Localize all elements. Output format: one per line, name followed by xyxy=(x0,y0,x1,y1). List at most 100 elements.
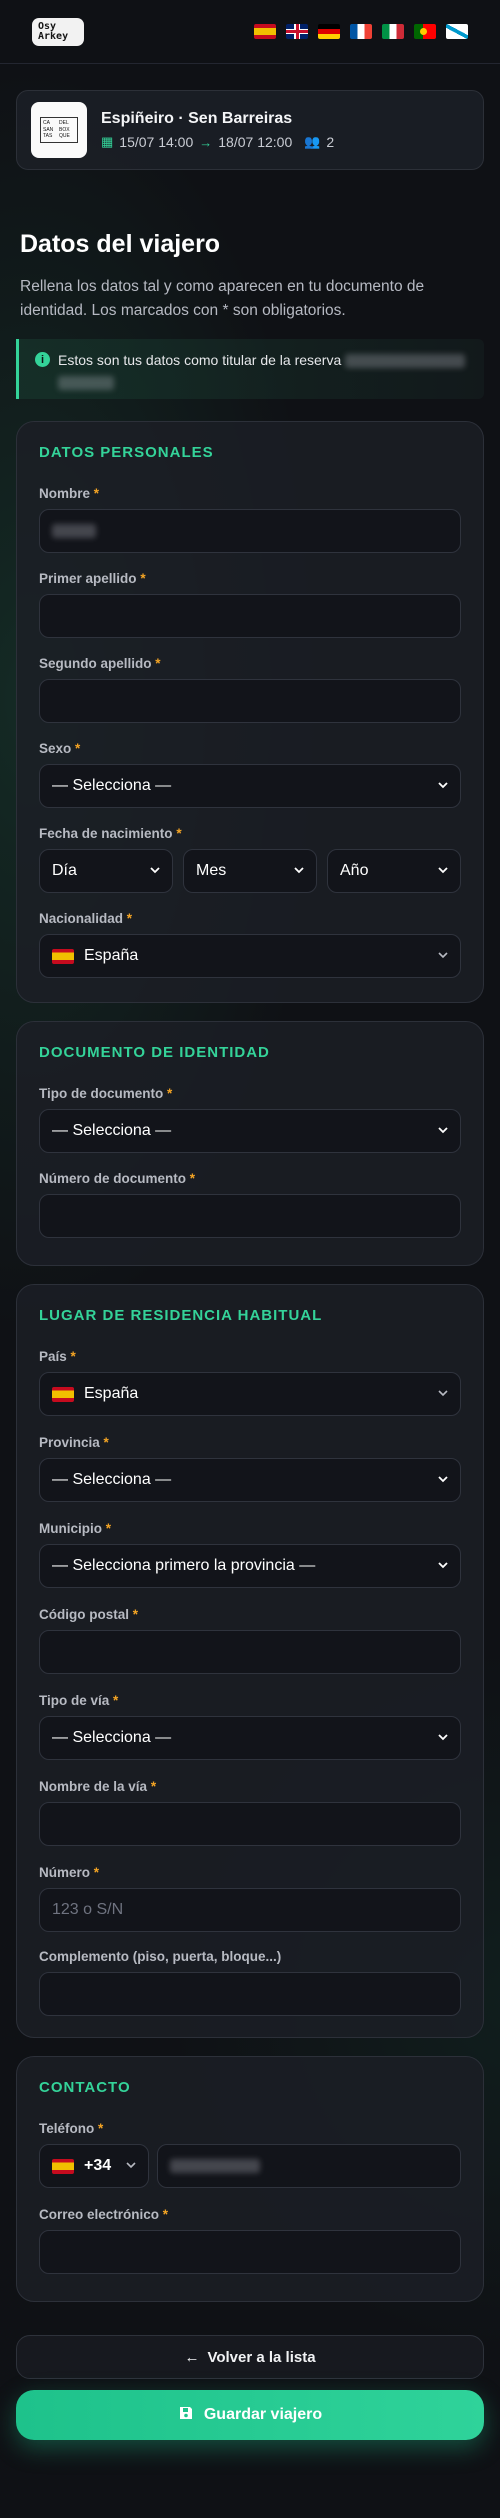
booking-summary: CA DEL SAN BOX TAS QUE Espiñeiro · Sen B… xyxy=(16,90,484,170)
section-title: CONTACTO xyxy=(39,2079,131,2096)
required-mark: * xyxy=(103,1435,109,1450)
redacted-name xyxy=(345,354,466,369)
document-number-label: Número de documento xyxy=(39,1171,187,1186)
sex-label: Sexo xyxy=(39,741,72,756)
guest-count: 2 xyxy=(326,134,335,150)
property-logo-text: CA xyxy=(43,120,50,126)
flag-gb-icon[interactable] xyxy=(286,24,308,39)
required-mark: * xyxy=(113,1693,119,1708)
arrow-left-icon: ← xyxy=(184,2348,200,2366)
last-name-2-input[interactable] xyxy=(39,679,461,723)
street-type-value: — Selecciona — xyxy=(52,1729,172,1746)
country-value: España xyxy=(84,1385,139,1402)
flag-pt-icon[interactable] xyxy=(414,24,436,39)
street-number-placeholder: 123 o S/N xyxy=(52,1901,124,1918)
notice-text: Estos son tus datos como titular de la r… xyxy=(58,352,342,368)
flag-es-icon[interactable] xyxy=(254,24,276,39)
property-logo-text: DEL xyxy=(59,120,69,126)
flag-fr-icon[interactable] xyxy=(350,24,372,39)
required-mark: * xyxy=(70,1349,76,1364)
birthdate-label: Fecha de nacimiento xyxy=(39,826,173,841)
nationality-value: España xyxy=(84,947,139,964)
street-name-input[interactable] xyxy=(39,1802,461,1846)
save-button-label: Guardar viajero xyxy=(203,2406,323,2423)
info-icon: i xyxy=(35,352,50,367)
required-mark: * xyxy=(98,2121,104,2136)
chevron-down-icon xyxy=(436,1123,450,1137)
province-select[interactable]: — Selecciona — xyxy=(39,1458,461,1502)
flag-de-icon[interactable] xyxy=(318,24,340,39)
flag-it-icon[interactable] xyxy=(382,24,404,39)
birth-year-select[interactable]: Año xyxy=(327,849,461,893)
required-mark: * xyxy=(126,911,133,926)
personal-data-section: DATOS PERSONALES Nombre * Primer apellid… xyxy=(16,421,484,1003)
redacted-value xyxy=(52,524,96,538)
property-name: Espiñeiro · Sen Barreiras xyxy=(101,110,293,127)
country-select[interactable]: España xyxy=(39,1372,461,1416)
chevron-down-icon xyxy=(124,2158,138,2172)
phone-prefix-select[interactable]: +34 xyxy=(39,2144,149,2188)
email-input[interactable] xyxy=(39,2230,461,2274)
required-mark: * xyxy=(176,826,182,841)
flag-gl-icon[interactable] xyxy=(446,24,468,39)
chevron-down-icon xyxy=(436,948,450,962)
province-label: Provincia xyxy=(39,1435,100,1450)
users-icon: 👥 xyxy=(304,134,321,149)
required-mark: * xyxy=(132,1607,139,1622)
required-mark: * xyxy=(155,656,161,671)
last-name-1-input[interactable] xyxy=(39,594,461,638)
municipality-select[interactable]: — Selecciona primero la provincia — xyxy=(39,1544,461,1588)
property-logo-text: QUE xyxy=(59,133,70,140)
phone-label: Teléfono xyxy=(39,2121,95,2136)
flag-es-icon xyxy=(52,948,74,964)
required-mark: * xyxy=(162,2207,169,2222)
province-value: — Selecciona — xyxy=(52,1471,172,1488)
phone-number-input[interactable] xyxy=(157,2144,461,2188)
property-logo-text: SAN xyxy=(43,126,54,133)
street-type-select[interactable]: — Selecciona — xyxy=(39,1716,461,1760)
flag-es-icon xyxy=(52,2158,74,2174)
chevron-down-icon xyxy=(436,1730,450,1744)
document-type-label: Tipo de documento xyxy=(39,1086,164,1101)
required-mark: * xyxy=(93,486,100,501)
page-intro: Rellena los datos tal y como aparecen en… xyxy=(20,278,425,319)
document-number-input[interactable] xyxy=(39,1194,461,1238)
chevron-down-icon xyxy=(436,778,450,792)
document-type-value: — Selecciona — xyxy=(52,1122,172,1139)
section-title: LUGAR DE RESIDENCIA HABITUAL xyxy=(39,1307,323,1324)
birth-month-value: Mes xyxy=(196,862,227,879)
calendar-icon: ▦ xyxy=(101,134,114,149)
section-title: DATOS PERSONALES xyxy=(39,444,214,461)
residence-section: LUGAR DE RESIDENCIA HABITUAL País * Espa… xyxy=(16,1284,484,2038)
redacted-value xyxy=(170,2159,260,2173)
document-type-select[interactable]: — Selecciona — xyxy=(39,1109,461,1153)
chevron-down-icon xyxy=(436,1558,450,1572)
holder-notice: i Estos son tus datos como titular de la… xyxy=(16,339,484,399)
birth-day-select[interactable]: Día xyxy=(39,849,173,893)
app-logo[interactable]: Osy Arkey xyxy=(32,17,84,46)
required-mark: * xyxy=(189,1171,196,1186)
logo-line-2: Arkey xyxy=(38,30,69,42)
postal-code-input[interactable] xyxy=(39,1630,461,1674)
street-number-label: Número xyxy=(39,1865,91,1880)
sex-select[interactable]: — Selecciona — xyxy=(39,764,461,808)
municipality-value: — Selecciona primero la provincia — xyxy=(52,1557,316,1574)
back-to-list-button[interactable]: ← Volver a la lista xyxy=(16,2335,484,2379)
birth-month-select[interactable]: Mes xyxy=(183,849,317,893)
required-mark: * xyxy=(75,741,81,756)
birth-year-value: Año xyxy=(340,862,369,879)
street-name-label: Nombre de la vía xyxy=(39,1779,148,1794)
first-name-input[interactable] xyxy=(39,509,461,553)
chevron-down-icon xyxy=(292,863,306,877)
back-button-label: Volver a la lista xyxy=(207,2348,316,2366)
street-number-input[interactable]: 123 o S/N xyxy=(39,1888,461,1932)
logo-line-1: Osy xyxy=(38,20,57,32)
nationality-select[interactable]: España xyxy=(39,934,461,978)
address-extra-input[interactable] xyxy=(39,1972,461,2016)
checkout-date: 18/07 12:00 xyxy=(218,134,293,150)
municipality-label: Municipio xyxy=(39,1521,102,1536)
top-bar: Osy Arkey xyxy=(0,0,500,64)
arrow-right-icon: → xyxy=(199,134,213,150)
save-traveler-button[interactable]: Guardar viajero xyxy=(16,2390,484,2440)
nationality-label: Nacionalidad xyxy=(39,911,124,926)
